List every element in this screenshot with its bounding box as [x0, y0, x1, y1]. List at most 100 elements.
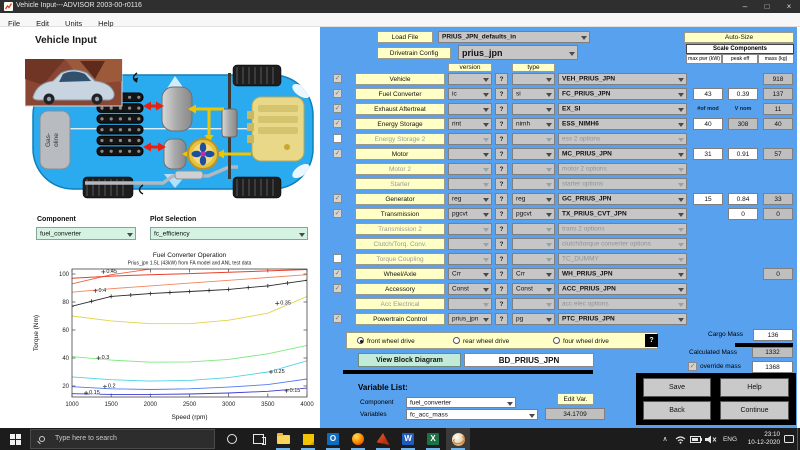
- version-dropdown-accessory[interactable]: Const: [448, 283, 492, 295]
- help-button-exhaust-aftertreat[interactable]: ?: [495, 103, 508, 115]
- minimize-button[interactable]: –: [734, 0, 756, 13]
- file-dropdown-powertrain-control[interactable]: PTC_PRIUS_JPN: [558, 313, 687, 325]
- maximize-button[interactable]: □: [756, 0, 778, 13]
- file-dropdown-generator[interactable]: GC_PRIUS_JPN: [558, 193, 687, 205]
- row-checkbox-torque-coupling[interactable]: [333, 254, 342, 263]
- component-button-powertrain-control[interactable]: Powertrain Control: [355, 313, 445, 325]
- fuel-converter-value-input[interactable]: 43: [693, 88, 723, 100]
- cargo-mass-input[interactable]: 136: [753, 329, 793, 341]
- row-checkbox-vehicle[interactable]: ✓: [333, 74, 342, 83]
- tray-expand-icon[interactable]: ∧: [658, 428, 672, 450]
- help-button-powertrain-control[interactable]: ?: [495, 313, 508, 325]
- help-button-torque-coupling[interactable]: ?: [495, 253, 508, 265]
- edit-var-button[interactable]: Edit Var.: [557, 393, 594, 405]
- varlist-component-dropdown[interactable]: fuel_converter: [406, 397, 516, 408]
- radio-four-wheel-drive[interactable]: four wheel drive: [553, 337, 609, 346]
- version-dropdown-powertrain-control[interactable]: prius_jpn: [448, 313, 492, 325]
- type-dropdown-motor[interactable]: [512, 148, 555, 160]
- load-file-button[interactable]: Load File: [377, 31, 433, 43]
- help-button-starter[interactable]: ?: [495, 178, 508, 190]
- row-checkbox-fuel-converter[interactable]: ✓: [333, 89, 342, 98]
- continue-button[interactable]: Continue: [720, 401, 789, 420]
- sticky-notes-icon[interactable]: [296, 428, 320, 450]
- drivetrain-config-dropdown[interactable]: prius_jpn: [458, 45, 578, 60]
- excel-icon[interactable]: X: [421, 428, 445, 450]
- help-button-clutch-torq-conv[interactable]: ?: [495, 238, 508, 250]
- help-button-motor[interactable]: ?: [495, 148, 508, 160]
- type-dropdown-exhaust-aftertreat[interactable]: [512, 103, 555, 115]
- advisor-matlab-icon[interactable]: [446, 428, 470, 450]
- type-dropdown-wheel-axle[interactable]: Crr: [512, 268, 555, 280]
- component-dropdown[interactable]: fuel_converter: [36, 227, 136, 240]
- row-checkbox-transmission[interactable]: ✓: [333, 209, 342, 218]
- type-dropdown-transmission[interactable]: pgcvt: [512, 208, 555, 220]
- varlist-variable-dropdown[interactable]: fc_acc_mass: [406, 409, 538, 420]
- help-button-transmission[interactable]: ?: [495, 208, 508, 220]
- battery-icon[interactable]: [688, 428, 703, 450]
- file-dropdown-vehicle[interactable]: VEH_PRIUS_JPN: [558, 73, 687, 85]
- close-button[interactable]: ×: [778, 0, 800, 13]
- load-file-dropdown[interactable]: PRIUS_JPN_defaults_in: [438, 31, 590, 43]
- file-dropdown-exhaust-aftertreat[interactable]: EX_SI: [558, 103, 687, 115]
- file-dropdown-wheel-axle[interactable]: WH_PRIUS_JPN: [558, 268, 687, 280]
- row-checkbox-motor[interactable]: ✓: [333, 149, 342, 158]
- file-explorer-icon[interactable]: [271, 428, 295, 450]
- radio-front-wheel-drive[interactable]: front wheel drive: [357, 337, 415, 346]
- component-button-generator[interactable]: Generator: [355, 193, 445, 205]
- back-button[interactable]: Back: [643, 401, 711, 420]
- drive-help-button[interactable]: ?: [645, 334, 658, 347]
- type-dropdown-vehicle[interactable]: [512, 73, 555, 85]
- firefox-icon[interactable]: [346, 428, 370, 450]
- component-button-transmission[interactable]: Transmission: [355, 208, 445, 220]
- type-dropdown-powertrain-control[interactable]: pg: [512, 313, 555, 325]
- row-checkbox-accessory[interactable]: ✓: [333, 284, 342, 293]
- version-dropdown-generator[interactable]: reg: [448, 193, 492, 205]
- drivetrain-config-button[interactable]: Drivetrain Config: [377, 47, 451, 59]
- file-dropdown-transmission[interactable]: TX_PRIUS_CVT_JPN: [558, 208, 687, 220]
- generator-value-input[interactable]: 15: [693, 193, 723, 205]
- help-button-vehicle[interactable]: ?: [495, 73, 508, 85]
- help-button-accessory[interactable]: ?: [495, 283, 508, 295]
- help-button-energy-storage-2[interactable]: ?: [495, 133, 508, 145]
- matlab-icon[interactable]: [371, 428, 395, 450]
- volume-muted-icon[interactable]: [703, 428, 718, 450]
- motor-value-input[interactable]: 0.91: [728, 148, 758, 160]
- word-icon[interactable]: W: [396, 428, 420, 450]
- energy-storage-value-input[interactable]: 40: [693, 118, 723, 130]
- row-checkbox-exhaust-aftertreat[interactable]: ✓: [333, 104, 342, 113]
- help-button-motor-2[interactable]: ?: [495, 163, 508, 175]
- component-button-accessory[interactable]: Accessory: [355, 283, 445, 295]
- save-button[interactable]: Save: [643, 378, 711, 397]
- file-dropdown-motor[interactable]: MC_PRIUS_JPN: [558, 148, 687, 160]
- version-dropdown-motor[interactable]: [448, 148, 492, 160]
- view-block-diagram-button[interactable]: View Block Diagram: [358, 353, 461, 367]
- version-dropdown-vehicle[interactable]: [448, 73, 492, 85]
- version-dropdown-exhaust-aftertreat[interactable]: [448, 103, 492, 115]
- motor-value-input[interactable]: 31: [693, 148, 723, 160]
- row-checkbox-energy-storage[interactable]: ✓: [333, 119, 342, 128]
- row-checkbox-wheel-axle[interactable]: ✓: [333, 269, 342, 278]
- action-center-icon[interactable]: [781, 428, 796, 450]
- override-mass-input[interactable]: 1368: [752, 361, 793, 373]
- help-button-wheel-axle[interactable]: ?: [495, 268, 508, 280]
- radio-rear-wheel-drive[interactable]: rear wheel drive: [453, 337, 509, 346]
- task-view-icon[interactable]: [246, 428, 270, 450]
- help-button[interactable]: Help: [720, 378, 789, 397]
- version-dropdown-fuel-converter[interactable]: ic: [448, 88, 492, 100]
- help-button-acc-electrical[interactable]: ?: [495, 298, 508, 310]
- row-checkbox-energy-storage-2[interactable]: [333, 134, 342, 143]
- help-button-fuel-converter[interactable]: ?: [495, 88, 508, 100]
- component-button-motor[interactable]: Motor: [355, 148, 445, 160]
- component-button-vehicle[interactable]: Vehicle: [355, 73, 445, 85]
- fuel-converter-value-input[interactable]: 0.39: [728, 88, 758, 100]
- auto-size-button[interactable]: Auto-Size: [684, 32, 794, 43]
- transmission-value-input[interactable]: 0: [728, 208, 758, 220]
- help-button-transmission-2[interactable]: ?: [495, 223, 508, 235]
- language-indicator[interactable]: ENG: [718, 428, 742, 450]
- plot-selection-dropdown[interactable]: fc_efficiency: [150, 227, 308, 240]
- override-mass-checkbox[interactable]: ✓: [688, 362, 697, 371]
- component-button-energy-storage[interactable]: Energy Storage: [355, 118, 445, 130]
- row-checkbox-generator[interactable]: ✓: [333, 194, 342, 203]
- type-dropdown-fuel-converter[interactable]: si: [512, 88, 555, 100]
- search-input[interactable]: Type here to search: [30, 429, 215, 449]
